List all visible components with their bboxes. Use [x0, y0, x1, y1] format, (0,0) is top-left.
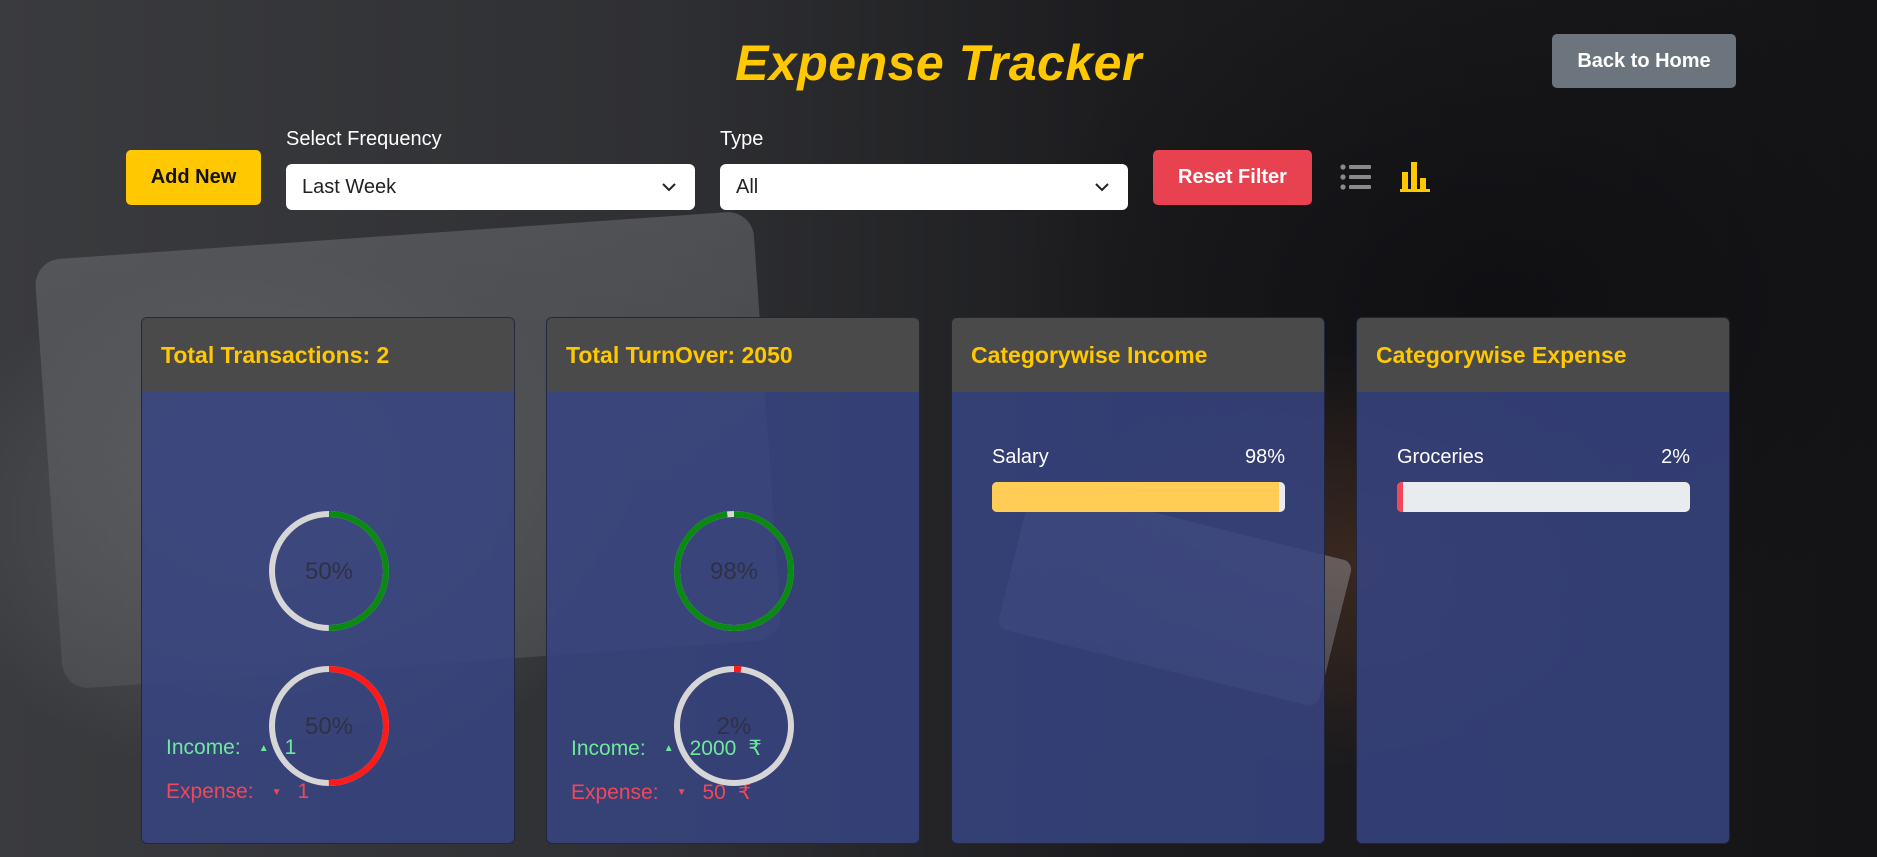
transactions-title: Total Transactions: 2: [142, 318, 514, 392]
category-percent: 98%: [1244, 446, 1285, 468]
turnover-panel: Total TurnOver: 2050 Income: ▲ 2000 ₹ Ex…: [546, 317, 920, 844]
type-select[interactable]: All: [720, 164, 1128, 210]
category-progress-bar: [1397, 482, 1690, 512]
back-to-home-button[interactable]: Back to Home: [1552, 34, 1736, 88]
list-icon[interactable]: [1340, 163, 1372, 191]
add-new-button[interactable]: Add New: [126, 150, 261, 205]
category-progress-bar: [992, 482, 1285, 512]
type-select-value: All: [736, 175, 759, 198]
caret-down-icon: ▼: [271, 786, 282, 798]
category-item: Groceries 2%: [1397, 446, 1690, 469]
category-income-panel: Categorywise Income Salary 98%: [951, 317, 1325, 844]
category-percent: 2%: [1661, 446, 1690, 468]
turnover-income-percent: 98%: [709, 558, 759, 585]
frequency-label: Select Frequency: [286, 128, 442, 150]
chevron-down-icon: [662, 183, 676, 192]
category-expense-title: Categorywise Expense: [1357, 318, 1729, 392]
transactions-panel: Total Transactions: 2 Income: ▲ 1 Expens…: [141, 317, 515, 844]
income-label: Income:: [166, 736, 241, 759]
transactions-expense-percent: 50%: [304, 713, 354, 740]
frequency-select[interactable]: Last Week: [286, 164, 695, 210]
chevron-down-icon: [1095, 183, 1109, 192]
expense-label: Expense:: [166, 780, 254, 803]
category-expense-panel: Categorywise Expense Groceries 2%: [1356, 317, 1730, 844]
category-income-title: Categorywise Income: [952, 318, 1324, 392]
transactions-income-percent: 50%: [304, 558, 354, 585]
turnover-expense-percent: 2%: [716, 713, 752, 740]
category-progress-fill: [1397, 482, 1403, 512]
bar-chart-icon[interactable]: [1400, 160, 1430, 192]
caret-down-icon: ▼: [676, 787, 687, 798]
category-item: Salary 98%: [992, 446, 1285, 469]
category-name: Salary: [992, 446, 1049, 468]
category-progress-fill: [992, 482, 1280, 512]
turnover-title: Total TurnOver: 2050: [547, 318, 919, 392]
income-label: Income:: [571, 736, 646, 760]
frequency-select-value: Last Week: [302, 175, 397, 198]
category-name: Groceries: [1397, 446, 1484, 468]
reset-filter-button[interactable]: Reset Filter: [1153, 150, 1312, 205]
type-label: Type: [720, 128, 764, 150]
expense-label: Expense:: [571, 780, 659, 804]
